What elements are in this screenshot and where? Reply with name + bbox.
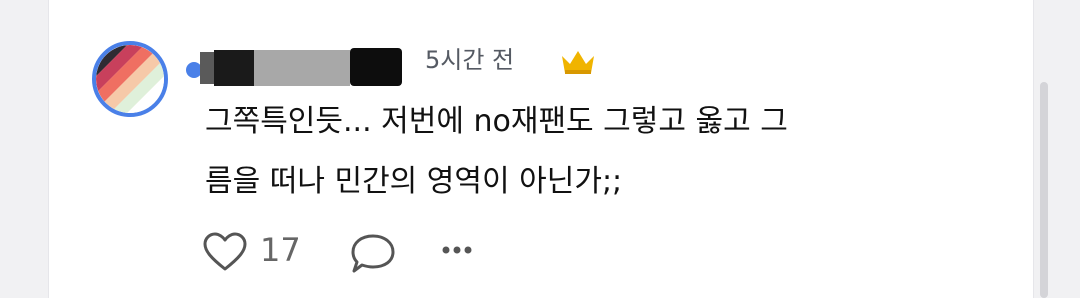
avatar-image	[96, 45, 164, 113]
comment-text-line-2: 름을 떠나 민간의 영역이 아닌가;;	[205, 164, 623, 199]
crown-icon	[562, 51, 594, 74]
heart-icon[interactable]	[203, 232, 247, 272]
like-count: 17	[260, 231, 301, 269]
comment-text-line-1: 그쪽특인듯... 저번에 no재팬도 그렇고 옳고 그	[205, 104, 788, 139]
more-dots-icon[interactable]	[442, 245, 472, 255]
timestamp: 5시간 전	[425, 46, 515, 74]
comment-card	[48, 0, 1034, 298]
avatar[interactable]	[92, 41, 168, 117]
scrollbar[interactable]	[1040, 82, 1048, 298]
redacted-username	[200, 48, 402, 86]
speech-bubble-icon[interactable]	[350, 232, 396, 274]
